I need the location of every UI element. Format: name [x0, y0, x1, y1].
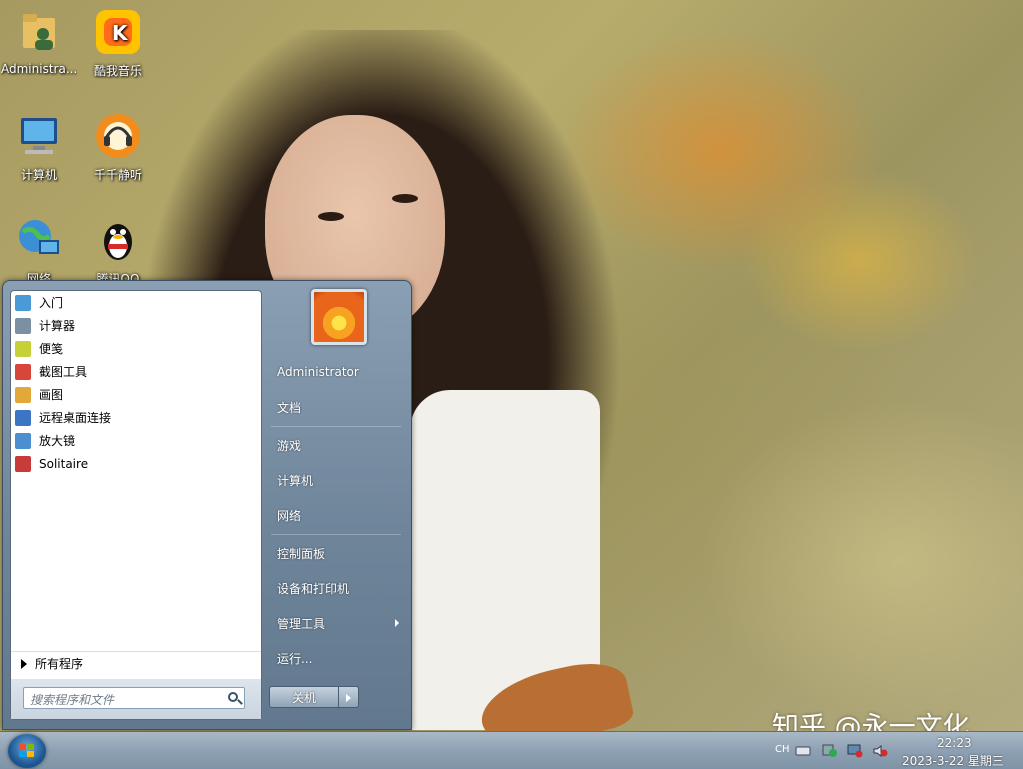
start-menu-programs-pane: 入门 计算器 便笺 截图工具 画图 远程桌面连接 放大镜 Solitaire 所…	[10, 290, 262, 720]
clock-date[interactable]: 2023-3-22 星期三	[902, 752, 1004, 769]
right-item-label: 文档	[277, 400, 302, 415]
right-separator	[271, 534, 401, 535]
program-item-magnifier[interactable]: 放大镜	[11, 429, 261, 452]
language-indicator[interactable]: CH	[775, 744, 790, 755]
desktop-icon-ttplayer[interactable]: 千千静听	[80, 112, 156, 183]
right-item-devices-printers[interactable]: 设备和打印机	[269, 575, 409, 601]
desktop-icon-kuwo[interactable]: K 酷我音乐	[80, 8, 156, 79]
wallpaper-eye	[392, 194, 418, 203]
shutdown-button[interactable]: 关机	[269, 686, 339, 708]
start-menu: 入门 计算器 便笺 截图工具 画图 远程桌面连接 放大镜 Solitaire 所…	[2, 280, 412, 730]
right-item-network[interactable]: 网络	[269, 502, 409, 528]
shutdown-label: 关机	[291, 690, 316, 705]
program-item-sticky-notes[interactable]: 便笺	[11, 337, 261, 360]
desktop-icon-administrator[interactable]: Administra...	[1, 8, 77, 76]
shutdown-options-button[interactable]	[339, 686, 359, 708]
user-folder-icon	[15, 8, 63, 56]
program-label: 画图	[39, 388, 64, 402]
search-placeholder: 搜索程序和文件	[30, 693, 115, 707]
ttplayer-icon	[94, 112, 142, 160]
right-item-control-panel[interactable]: 控制面板	[269, 540, 409, 566]
right-item-label: 游戏	[277, 438, 302, 453]
desktop-icon-label: 计算机	[20, 168, 57, 182]
windows-logo-icon	[19, 744, 35, 758]
paint-icon	[15, 386, 31, 403]
program-list: 入门 计算器 便笺 截图工具 画图 远程桌面连接 放大镜 Solitaire	[11, 291, 261, 475]
start-button[interactable]	[8, 734, 46, 768]
calculator-icon	[15, 317, 31, 334]
search-input[interactable]: 搜索程序和文件	[23, 687, 245, 709]
kuwo-music-icon: K	[94, 8, 142, 56]
solitaire-icon	[15, 455, 31, 472]
right-item-label: 运行...	[277, 651, 313, 666]
remote-desktop-icon	[15, 409, 31, 426]
program-label: 截图工具	[39, 365, 88, 379]
right-item-admin-tools[interactable]: 管理工具	[269, 610, 409, 636]
program-label: 放大镜	[39, 434, 76, 448]
wallpaper-eye	[318, 212, 344, 221]
program-item-remote-desktop[interactable]: 远程桌面连接	[11, 406, 261, 429]
program-item-solitaire[interactable]: Solitaire	[11, 452, 261, 475]
computer-icon	[15, 112, 63, 160]
clock-time[interactable]: 22:23	[937, 736, 972, 750]
right-item-run[interactable]: 运行...	[269, 645, 409, 671]
right-separator	[271, 426, 401, 427]
desktop-icon-network[interactable]: 网络	[1, 216, 77, 287]
taskbar: CH 22:23 2023-3-22 星期三	[0, 731, 1023, 769]
right-item-label: 设备和打印机	[277, 581, 350, 596]
svg-text:K: K	[112, 21, 129, 45]
all-programs-button[interactable]: 所有程序	[11, 651, 261, 675]
security-check-icon[interactable]	[822, 744, 838, 758]
right-item-games[interactable]: 游戏	[269, 432, 409, 458]
user-avatar[interactable]	[311, 289, 367, 345]
program-item-paint[interactable]: 画图	[11, 383, 261, 406]
volume-muted-icon[interactable]	[872, 744, 888, 758]
right-item-label: 计算机	[277, 473, 314, 488]
right-item-computer[interactable]: 计算机	[269, 467, 409, 493]
right-item-documents[interactable]: 文档	[269, 394, 409, 420]
program-label: 便笺	[39, 342, 64, 356]
getting-started-icon	[15, 294, 31, 311]
program-label: 计算器	[39, 319, 76, 333]
network-status-icon[interactable]	[847, 744, 863, 758]
desktop-icon-computer[interactable]: 计算机	[1, 112, 77, 183]
qq-penguin-icon	[94, 216, 142, 264]
chevron-right-icon	[21, 658, 27, 669]
submenu-arrow-icon	[395, 619, 399, 627]
right-item-administrator[interactable]: Administrator	[269, 359, 409, 385]
program-label: 入门	[39, 296, 64, 310]
magnifier-icon	[15, 432, 31, 449]
program-item-snipping-tool[interactable]: 截图工具	[11, 360, 261, 383]
right-item-label: 控制面板	[277, 546, 326, 561]
right-item-label: Administrator	[277, 365, 359, 379]
right-item-label: 网络	[277, 508, 302, 523]
sticky-notes-icon	[15, 340, 31, 357]
search-icon[interactable]	[228, 692, 238, 702]
program-label: Solitaire	[39, 456, 89, 471]
program-label: 远程桌面连接	[39, 411, 112, 425]
snipping-tool-icon	[15, 363, 31, 380]
desktop-icon-label: Administra...	[1, 62, 77, 76]
desktop-icon-label: 酷我音乐	[93, 64, 142, 78]
keyboard-icon[interactable]	[795, 744, 811, 758]
right-item-label: 管理工具	[277, 616, 326, 631]
program-item-getting-started[interactable]: 入门	[11, 291, 261, 314]
desktop-icon-qq[interactable]: 腾讯QQ	[80, 216, 156, 287]
network-icon	[15, 216, 63, 264]
desktop-icon-label: 千千静听	[93, 168, 142, 182]
all-programs-label: 所有程序	[35, 657, 84, 671]
search-area: 搜索程序和文件	[11, 679, 261, 719]
program-item-calculator[interactable]: 计算器	[11, 314, 261, 337]
